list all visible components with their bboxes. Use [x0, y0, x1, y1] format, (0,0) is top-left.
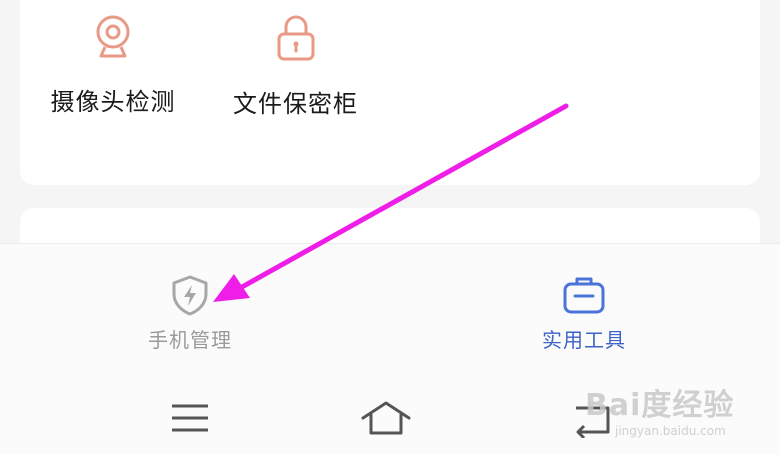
menu-icon[interactable] — [170, 402, 210, 434]
tool-label: 文件保密柜 — [233, 90, 358, 118]
watermark-text: Bai度经验 — [585, 388, 735, 423]
tab-label: 实用工具 — [542, 328, 626, 352]
bottom-nav-bar: 手机管理 实用工具 — [0, 243, 780, 366]
watermark-url: jingyan.baidu.com — [615, 424, 726, 438]
tab-utility-tools[interactable]: 实用工具 — [532, 274, 636, 353]
shield-lightning-icon — [172, 275, 208, 316]
webcam-icon — [96, 15, 130, 58]
tool-file-safe[interactable]: 文件保密柜 — [228, 14, 363, 119]
padlock-icon — [277, 15, 314, 61]
baidu-jingyan-watermark: Bai度经验 jingyan.baidu.com — [585, 372, 775, 452]
toolbox-icon — [563, 277, 605, 314]
tab-label: 手机管理 — [148, 328, 232, 352]
tab-phone-management[interactable]: 手机管理 — [138, 274, 242, 353]
home-icon[interactable] — [360, 400, 412, 436]
tool-camera-detection[interactable]: 摄像头检测 — [48, 14, 178, 117]
tool-label: 摄像头检测 — [50, 88, 176, 116]
